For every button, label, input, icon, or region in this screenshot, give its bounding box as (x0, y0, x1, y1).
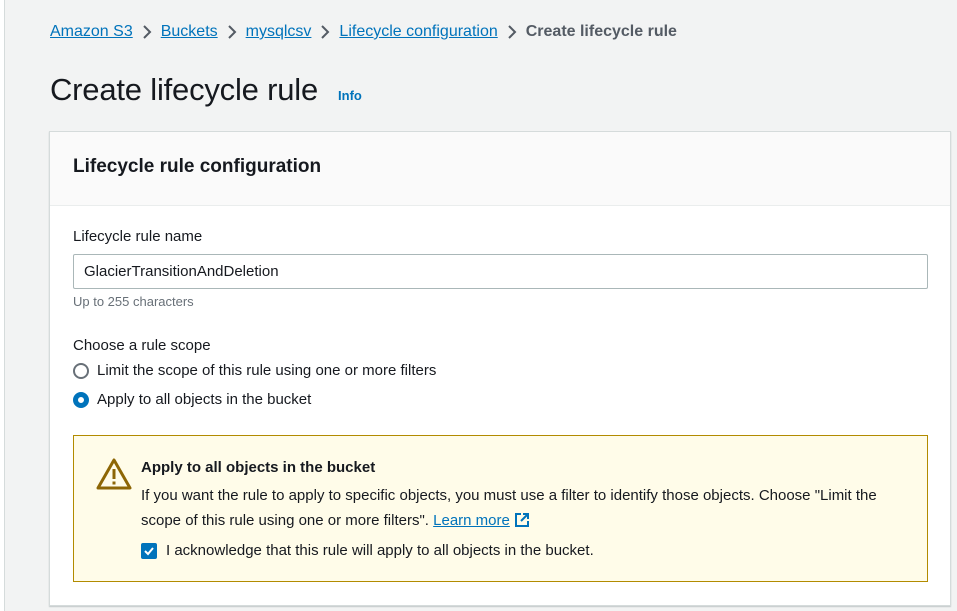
warning-text: If you want the rule to apply to specifi… (141, 483, 901, 533)
left-edge-panel (0, 0, 5, 611)
acknowledge-checkbox[interactable] (141, 542, 157, 559)
radio-limit-scope-label: Limit the scope of this rule using one o… (97, 362, 437, 379)
radio-apply-all[interactable]: Apply to all objects in the bucket (73, 391, 311, 408)
checkmark-icon (144, 546, 154, 555)
panel-title: Lifecycle rule configuration (73, 156, 322, 177)
rule-scope-label: Choose a rule scope (73, 337, 211, 354)
radio-limit-scope[interactable]: Limit the scope of this rule using one o… (73, 362, 436, 379)
breadcrumb-amazon-s3[interactable]: Amazon S3 (50, 23, 133, 41)
acknowledge-label: I acknowledge that this rule will apply … (166, 542, 594, 559)
chevron-right-icon (218, 22, 246, 42)
info-link[interactable]: Info (338, 88, 362, 103)
breadcrumb-buckets[interactable]: Buckets (161, 23, 218, 41)
lifecycle-rule-configuration-panel: Lifecycle rule configuration Lifecycle r… (49, 131, 951, 606)
panel-header: Lifecycle rule configuration (50, 132, 950, 206)
warning-title: Apply to all objects in the bucket (141, 459, 376, 476)
breadcrumb-lifecycle-configuration[interactable]: Lifecycle configuration (339, 23, 497, 41)
radio-unchecked-icon[interactable] (73, 362, 89, 379)
chevron-right-icon (498, 22, 526, 42)
warning-icon (96, 458, 132, 490)
chevron-right-icon (133, 22, 161, 42)
breadcrumb: Amazon S3 Buckets mysqlcsv Lifecycle con… (50, 22, 677, 42)
page-title: Create lifecycle rule (50, 72, 319, 107)
acknowledge-checkbox-row[interactable]: I acknowledge that this rule will apply … (141, 542, 594, 559)
rule-name-hint: Up to 255 characters (73, 294, 194, 309)
chevron-right-icon (311, 22, 339, 42)
radio-apply-all-label: Apply to all objects in the bucket (97, 391, 312, 408)
external-link-icon[interactable] (514, 512, 530, 528)
learn-more-link[interactable]: Learn more (433, 512, 510, 529)
rule-name-label: Lifecycle rule name (73, 228, 203, 245)
radio-checked-icon[interactable] (73, 391, 89, 408)
warning-alert: Apply to all objects in the bucket If yo… (73, 435, 928, 582)
breadcrumb-current: Create lifecycle rule (525, 23, 677, 40)
rule-name-value: GlacierTransitionAndDeletion (84, 263, 279, 280)
page-header: Create lifecycle rule Info (50, 72, 362, 108)
rule-name-input[interactable]: GlacierTransitionAndDeletion (73, 254, 928, 289)
breadcrumb-mysqlcsv[interactable]: mysqlcsv (246, 23, 312, 41)
